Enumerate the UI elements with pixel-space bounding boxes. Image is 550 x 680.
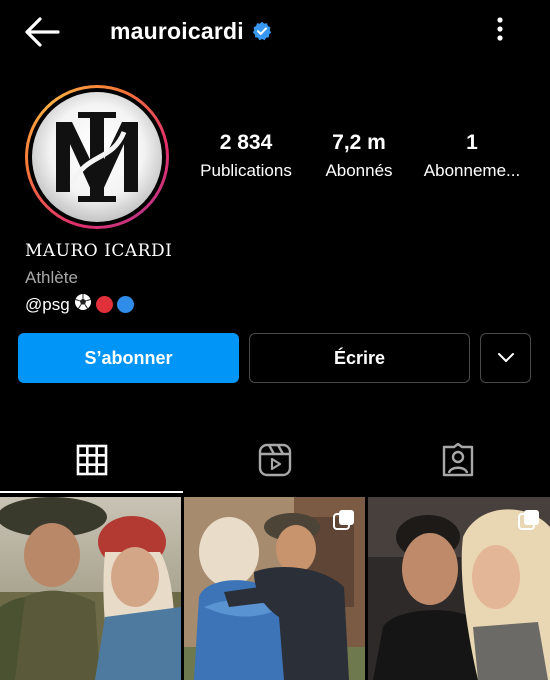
- more-options-icon[interactable]: [488, 14, 512, 44]
- chevron-down-icon: [497, 353, 514, 362]
- reels-icon: [258, 443, 291, 477]
- category-label: Athlète: [25, 268, 78, 287]
- back-arrow-icon[interactable]: [22, 14, 62, 50]
- top-bar: mauroicardi: [0, 0, 550, 62]
- full-name: MAURO ICARDI: [25, 241, 173, 261]
- post-thumbnail[interactable]: [368, 497, 550, 680]
- active-tab-indicator: [0, 491, 183, 493]
- stat-followers[interactable]: 7,2 m Abonnés: [314, 130, 404, 183]
- multiple-photos-icon: [518, 510, 539, 530]
- multiple-photos-icon: [333, 510, 354, 530]
- avatar[interactable]: [32, 92, 162, 222]
- posts-grid: [0, 497, 550, 680]
- post-thumbnail[interactable]: [184, 497, 365, 680]
- username: mauroicardi: [110, 17, 244, 44]
- follow-button[interactable]: S’abonner: [18, 333, 239, 383]
- posts-label: Publications: [200, 161, 292, 180]
- stat-posts[interactable]: 2 834 Publications: [193, 130, 299, 183]
- profile-tabs: [0, 425, 550, 495]
- post-thumbnail[interactable]: [0, 497, 181, 680]
- message-button[interactable]: Écrire: [249, 333, 470, 383]
- profile-header: mauroicardi: [110, 14, 272, 48]
- tab-reels[interactable]: [183, 425, 366, 495]
- posts-count: 2 834: [219, 131, 273, 154]
- red-circle-icon: [95, 296, 113, 313]
- soccer-ball-icon: [74, 293, 92, 316]
- verified-badge-icon: [252, 21, 272, 41]
- following-label: Abonneme...: [423, 161, 521, 180]
- story-ring[interactable]: [25, 85, 169, 229]
- grid-icon: [76, 444, 107, 476]
- tab-tagged[interactable]: [366, 425, 549, 495]
- tagged-icon: [442, 443, 473, 477]
- followers-label: Abonnés: [325, 161, 393, 180]
- blue-circle-icon: [116, 296, 134, 313]
- bio-mention[interactable]: @psg: [25, 295, 70, 315]
- mi-logo: [56, 112, 138, 202]
- following-count: 1: [466, 131, 478, 154]
- tab-posts-grid[interactable]: [0, 425, 183, 495]
- suggestions-button[interactable]: [480, 333, 531, 383]
- bio: @psg: [25, 293, 134, 316]
- stat-following[interactable]: 1 Abonneme...: [418, 130, 526, 183]
- followers-count: 7,2 m: [332, 131, 386, 154]
